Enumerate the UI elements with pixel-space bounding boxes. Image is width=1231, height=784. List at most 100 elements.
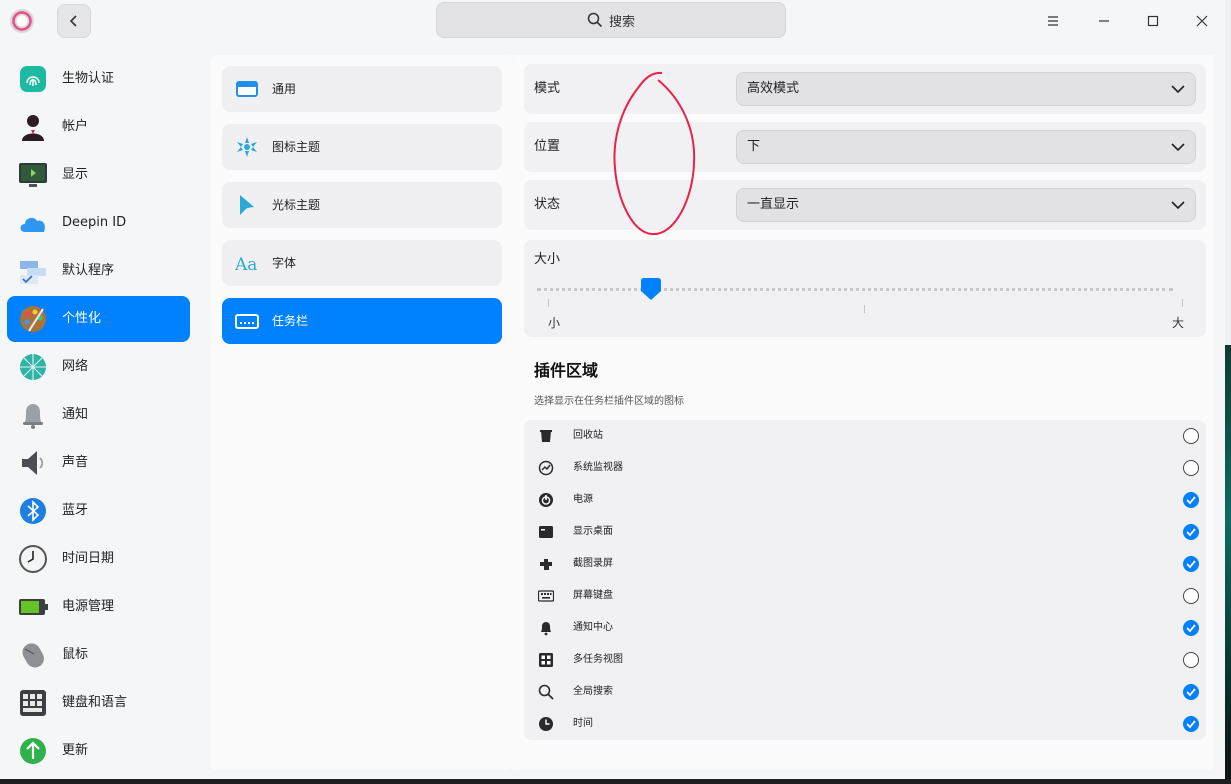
sidebar-item-keyboard[interactable]: 键盘和语言 (7, 680, 190, 726)
plugin-toggle[interactable] (1183, 716, 1199, 732)
plugin-label: 屏幕键盘 (573, 590, 613, 601)
plugin-toggle[interactable] (1183, 620, 1199, 636)
svg-text:Aa: Aa (235, 255, 257, 274)
sidebar-item-datetime[interactable]: 时间日期 (7, 536, 190, 582)
plugin-toggle[interactable] (1183, 652, 1199, 668)
update-icon (20, 738, 46, 764)
list-item[interactable]: 回收站 (524, 420, 1206, 452)
sidebar-item-label: 电源管理 (62, 599, 115, 614)
mode-select[interactable]: 高效模式 (736, 72, 1196, 106)
sidebar-item-update[interactable]: 更新 (7, 728, 190, 774)
sidebar-item-mouse[interactable]: 鼠标 (7, 632, 190, 678)
time-icon (539, 717, 553, 731)
subnav-item-label: 字体 (272, 256, 297, 270)
list-item[interactable]: 系统监视器 (524, 452, 1206, 484)
close-button[interactable] (1187, 6, 1217, 36)
subnav-item-label: 通用 (272, 82, 297, 96)
subnav-item-cursor-theme[interactable]: 光标主题 (222, 182, 502, 228)
list-item[interactable]: 多任务视图 (524, 644, 1206, 676)
subnav-item-label: 图标主题 (272, 140, 321, 154)
titlebar: 搜索 (0, 0, 1225, 44)
search-input[interactable]: 搜索 (436, 2, 786, 38)
plugin-label: 全局搜索 (573, 686, 613, 697)
sidebar-item-label: 个性化 (62, 311, 102, 326)
maximize-icon (1147, 15, 1159, 27)
size-slider-thumb[interactable] (640, 277, 662, 301)
personalization-subnav: 通用 图标主题 光标主题 Aa 字体 任务栏 (211, 55, 513, 770)
plugin-toggle[interactable] (1183, 556, 1199, 572)
network-icon (20, 354, 46, 380)
minimize-button[interactable] (1089, 6, 1119, 36)
list-item[interactable]: 屏幕键盘 (524, 580, 1206, 612)
subnav-item-label: 任务栏 (272, 314, 309, 328)
sidebar-item-notification[interactable]: 通知 (7, 392, 190, 438)
sidebar-item-sound[interactable]: 声音 (7, 440, 190, 486)
position-select[interactable]: 下 (736, 130, 1196, 164)
taskbar-icon (235, 314, 259, 329)
mode-value: 高效模式 (747, 81, 800, 96)
chevron-left-icon (69, 15, 77, 27)
subnav-item-icon-theme[interactable]: 图标主题 (222, 124, 502, 170)
icon-theme-icon (237, 137, 257, 157)
onscreen-keyboard-icon (538, 590, 554, 602)
size-label: 大小 (534, 252, 561, 267)
slider-tick (548, 299, 549, 307)
sidebar-item-label: 生物认证 (62, 71, 115, 86)
plugin-toggle[interactable] (1183, 428, 1199, 444)
sidebar-item-network[interactable]: 网络 (7, 344, 190, 390)
list-item[interactable]: 显示桌面 (524, 516, 1206, 548)
maximize-button[interactable] (1138, 6, 1168, 36)
sidebar-item-biometrics[interactable]: 生物认证 (7, 56, 190, 102)
settings-window: 搜索 生物认证 帐户 显示 Deepin ID 默认程序 个性化 网络 通知 声… (0, 0, 1225, 779)
plugin-label: 时间 (573, 718, 593, 729)
sidebar-item-label: Deepin ID (62, 215, 127, 230)
search-placeholder: 搜索 (608, 14, 635, 30)
sidebar-item-default-apps[interactable]: 默认程序 (7, 248, 190, 294)
size-slider-track[interactable] (537, 288, 1173, 291)
plugin-label: 多任务视图 (573, 654, 623, 665)
plugin-toggle[interactable] (1183, 524, 1199, 540)
sidebar-item-label: 默认程序 (62, 263, 115, 278)
list-item[interactable]: 通知中心 (524, 612, 1206, 644)
power-icon (539, 493, 553, 507)
taskbar-settings: 模式 高效模式 位置 下 状态 一直显示 大小 小 大 插件区域 选择显示在任务… (513, 55, 1213, 770)
minimize-icon (1099, 20, 1109, 22)
plugin-toggle[interactable] (1183, 492, 1199, 508)
checkmark-icon (1186, 528, 1196, 537)
sidebar-item-label: 声音 (62, 455, 89, 470)
sidebar-item-label: 通知 (62, 407, 89, 422)
subnav-item-general[interactable]: 通用 (222, 66, 502, 112)
list-item[interactable]: 时间 (524, 708, 1206, 740)
checkmark-icon (1186, 496, 1196, 505)
subnav-item-font[interactable]: Aa 字体 (222, 240, 502, 286)
subnav-item-taskbar[interactable]: 任务栏 (222, 298, 502, 344)
state-row: 状态 一直显示 (524, 180, 1206, 230)
desktop-background (1225, 0, 1231, 784)
back-button[interactable] (57, 4, 91, 38)
sidebar-item-power[interactable]: 电源管理 (7, 584, 190, 630)
sidebar-item-label: 显示 (62, 167, 89, 182)
search-icon (587, 12, 603, 28)
mouse-icon (22, 643, 44, 668)
chevron-down-icon (1171, 143, 1185, 152)
sidebar-item-personalization[interactable]: 个性化 (7, 296, 190, 342)
menu-button[interactable] (1038, 6, 1068, 36)
list-item[interactable]: 电源 (524, 484, 1206, 516)
state-select[interactable]: 一直显示 (736, 188, 1196, 222)
battery-icon (19, 599, 48, 615)
plugin-toggle[interactable] (1183, 460, 1199, 476)
plugin-list: 回收站 系统监视器 电源 显示桌面 截图录屏 屏幕键盘 通知中心 多任务视图 全… (524, 420, 1206, 740)
list-item[interactable]: 全局搜索 (524, 676, 1206, 708)
sidebar-item-deepin-id[interactable]: Deepin ID (7, 200, 190, 246)
plugin-toggle[interactable] (1183, 684, 1199, 700)
plugin-label: 显示桌面 (573, 526, 613, 537)
sidebar-item-account[interactable]: 帐户 (7, 104, 190, 150)
speaker-icon (22, 451, 44, 475)
sidebar-item-bluetooth[interactable]: 蓝牙 (7, 488, 190, 534)
account-icon (22, 115, 44, 141)
plugin-toggle[interactable] (1183, 588, 1199, 604)
list-item[interactable]: 截图录屏 (524, 548, 1206, 580)
sidebar-item-display[interactable]: 显示 (7, 152, 190, 198)
sidebar-item-label: 键盘和语言 (62, 695, 128, 710)
mode-label: 模式 (534, 81, 561, 96)
